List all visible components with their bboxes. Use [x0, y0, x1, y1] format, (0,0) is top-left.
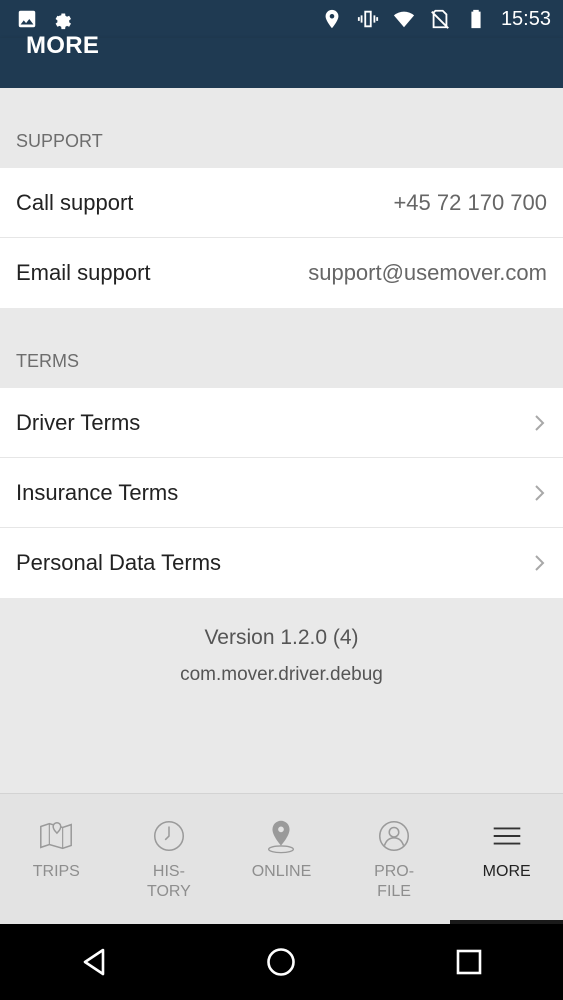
settings-gear-icon	[50, 8, 72, 30]
tab-history-label: HIS- TORY	[146, 863, 191, 900]
tab-more[interactable]: MORE	[450, 794, 563, 924]
location-pin-icon	[261, 816, 301, 856]
recents-button[interactable]	[439, 932, 499, 992]
back-triangle-icon	[83, 948, 105, 976]
status-time: 15:53	[500, 7, 551, 30]
insurance-terms-row[interactable]: Insurance Terms	[0, 458, 563, 528]
status-bar-right: 15:53	[321, 8, 551, 31]
email-support-row[interactable]: Email support support@usemover.com	[0, 238, 563, 308]
driver-terms-label: Driver Terms	[16, 409, 141, 435]
tab-trips-label: TRIPS	[32, 863, 80, 880]
chevron-right-icon	[533, 553, 547, 573]
terms-section-header: TERMS	[0, 308, 563, 388]
profile-icon	[374, 816, 414, 856]
version-info: Version 1.2.0 (4) com.mover.driver.debug	[0, 598, 563, 794]
tab-profile[interactable]: PRO- FILE	[338, 794, 451, 924]
main-content: SUPPORT Call support +45 72 170 700 Emai…	[0, 88, 563, 794]
tab-history[interactable]: HIS- TORY	[113, 794, 226, 924]
email-support-address[interactable]: support@usemover.com	[308, 260, 547, 286]
vibrate-icon	[357, 8, 379, 30]
personal-data-terms-label: Personal Data Terms	[16, 550, 222, 575]
menu-icon	[487, 816, 527, 856]
chevron-right-icon	[533, 413, 547, 433]
bottom-tab-bar: TRIPS HIS- TORY ONLINE PRO- FILE MORE	[0, 793, 563, 924]
image-icon	[16, 8, 38, 30]
call-support-row[interactable]: Call support +45 72 170 700	[0, 168, 563, 238]
system-navigation-bar	[0, 924, 563, 1000]
location-icon	[321, 8, 343, 30]
back-button[interactable]	[64, 932, 124, 992]
driver-terms-row[interactable]: Driver Terms	[0, 388, 563, 458]
call-support-phone[interactable]: +45 72 170 700	[393, 190, 547, 216]
tab-online[interactable]: ONLINE	[225, 794, 338, 924]
call-support-label: Call support	[16, 189, 134, 215]
status-bar-left	[16, 8, 72, 30]
tab-more-label: MORE	[482, 863, 531, 880]
support-rows: Call support +45 72 170 700 Email suppor…	[0, 168, 563, 308]
wifi-icon	[393, 8, 415, 30]
chevron-right-icon	[533, 483, 547, 503]
tab-trips[interactable]: TRIPS	[0, 794, 113, 924]
map-icon	[36, 816, 76, 856]
home-circle-icon	[267, 948, 296, 976]
recents-square-icon	[456, 949, 482, 975]
app-package: com.mover.driver.debug	[180, 664, 383, 685]
app-bar: MORE	[0, 32, 563, 88]
app-version: Version 1.2.0 (4)	[204, 626, 359, 649]
support-section-header: SUPPORT	[0, 88, 563, 168]
insurance-terms-label: Insurance Terms	[16, 479, 179, 505]
home-button[interactable]	[251, 932, 311, 992]
clock-icon	[149, 816, 189, 856]
email-support-label: Email support	[16, 260, 151, 285]
terms-rows: Driver Terms Insurance Terms Personal Da…	[0, 388, 563, 598]
tab-profile-label: PRO- FILE	[374, 863, 415, 900]
no-sim-icon	[429, 8, 451, 30]
page-title: MORE	[26, 32, 100, 59]
personal-data-terms-row[interactable]: Personal Data Terms	[0, 528, 563, 598]
battery-icon	[465, 8, 487, 30]
tab-online-label: ONLINE	[251, 863, 312, 880]
